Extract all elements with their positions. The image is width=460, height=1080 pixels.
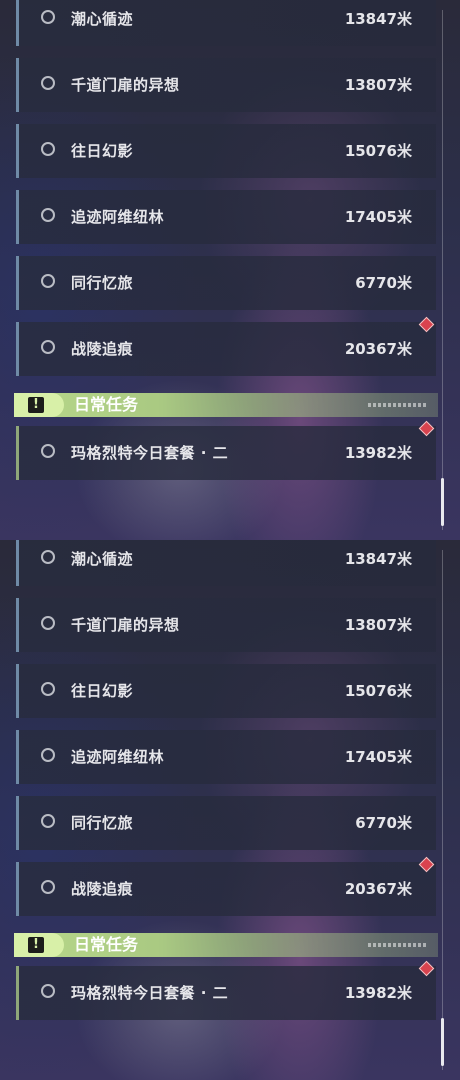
quest-status-ring-icon bbox=[41, 880, 55, 894]
quest-name: 同行忆旅 bbox=[71, 274, 134, 292]
quest-row[interactable]: 往日幻影 15076米 bbox=[16, 124, 436, 178]
daily-quest-row[interactable]: 玛格烈特今日套餐 · 二 13982米 bbox=[16, 966, 436, 1020]
quest-row[interactable]: 千道门扉的异想 13807米 bbox=[16, 598, 436, 652]
scrollbar-thumb[interactable] bbox=[441, 478, 444, 526]
quest-row[interactable]: 潮心循迹 13847米 bbox=[16, 0, 436, 46]
quest-row[interactable]: 战陵追痕 20367米 bbox=[16, 862, 436, 916]
quest-status-ring-icon bbox=[41, 550, 55, 564]
quest-distance: 20367米 bbox=[344, 340, 412, 358]
quest-status-ring-icon bbox=[41, 444, 55, 458]
section-title: 日常任务 bbox=[74, 935, 139, 954]
exclamation-icon: ! bbox=[28, 397, 44, 413]
section-decoration bbox=[368, 943, 428, 947]
section-badge: ! bbox=[14, 393, 64, 417]
quest-name: 往日幻影 bbox=[71, 682, 134, 700]
quest-status-ring-icon bbox=[41, 984, 55, 998]
quest-distance: 13847米 bbox=[344, 550, 412, 568]
quest-name: 千道门扉的异想 bbox=[71, 616, 180, 634]
daily-section-header: ! 日常任务 bbox=[14, 393, 438, 417]
quest-distance: 15076米 bbox=[344, 682, 412, 700]
quest-name: 往日幻影 bbox=[71, 142, 134, 160]
quest-distance: 17405米 bbox=[344, 208, 412, 226]
quest-status-ring-icon bbox=[41, 748, 55, 762]
quest-row[interactable]: 千道门扉的异想 13807米 bbox=[16, 58, 436, 112]
quest-name: 同行忆旅 bbox=[71, 814, 134, 832]
quest-status-ring-icon bbox=[41, 10, 55, 24]
quest-distance: 6770米 bbox=[355, 274, 412, 292]
quest-distance: 13807米 bbox=[344, 76, 412, 94]
quest-status-ring-icon bbox=[41, 616, 55, 630]
scrollbar-thumb[interactable] bbox=[441, 1018, 444, 1066]
section-decoration bbox=[368, 403, 428, 407]
quest-name: 战陵追痕 bbox=[71, 880, 134, 898]
quest-row[interactable]: 追迹阿维纽林 17405米 bbox=[16, 730, 436, 784]
scrollbar-track[interactable] bbox=[442, 10, 443, 530]
scrollbar-track[interactable] bbox=[442, 550, 443, 1070]
quest-status-ring-icon bbox=[41, 340, 55, 354]
quest-status-ring-icon bbox=[41, 142, 55, 156]
quest-row[interactable]: 同行忆旅 6770米 bbox=[16, 256, 436, 310]
section-title: 日常任务 bbox=[74, 395, 139, 414]
quest-row[interactable]: 潮心循迹 13847米 bbox=[16, 540, 436, 586]
quest-status-ring-icon bbox=[41, 274, 55, 288]
quest-status-ring-icon bbox=[41, 682, 55, 696]
quest-name: 千道门扉的异想 bbox=[71, 76, 180, 94]
quest-distance: 13982米 bbox=[344, 444, 412, 462]
quest-distance: 6770米 bbox=[355, 814, 412, 832]
quest-row[interactable]: 同行忆旅 6770米 bbox=[16, 796, 436, 850]
quest-name: 潮心循迹 bbox=[71, 550, 134, 568]
exclamation-icon: ! bbox=[28, 937, 44, 953]
quest-distance: 13847米 bbox=[344, 10, 412, 28]
quest-name: 追迹阿维纽林 bbox=[71, 748, 165, 766]
daily-section-header: ! 日常任务 bbox=[14, 933, 438, 957]
quest-distance: 13807米 bbox=[344, 616, 412, 634]
quest-row[interactable]: 追迹阿维纽林 17405米 bbox=[16, 190, 436, 244]
quest-list-panel-top: 潮心循迹 13847米 千道门扉的异想 13807米 往日幻影 15076米 追… bbox=[0, 0, 460, 540]
quest-name: 追迹阿维纽林 bbox=[71, 208, 165, 226]
quest-status-ring-icon bbox=[41, 208, 55, 222]
quest-name: 玛格烈特今日套餐 · 二 bbox=[71, 444, 229, 462]
quest-name: 玛格烈特今日套餐 · 二 bbox=[71, 984, 229, 1002]
quest-name: 战陵追痕 bbox=[71, 340, 134, 358]
quest-distance: 17405米 bbox=[344, 748, 412, 766]
quest-name: 潮心循迹 bbox=[71, 10, 134, 28]
daily-quest-row[interactable]: 玛格烈特今日套餐 · 二 13982米 bbox=[16, 426, 436, 480]
quest-distance: 15076米 bbox=[344, 142, 412, 160]
quest-status-ring-icon bbox=[41, 814, 55, 828]
quest-distance: 20367米 bbox=[344, 880, 412, 898]
quest-status-ring-icon bbox=[41, 76, 55, 90]
quest-row[interactable]: 往日幻影 15076米 bbox=[16, 664, 436, 718]
section-badge: ! bbox=[14, 933, 64, 957]
quest-list-panel-bottom: 潮心循迹 13847米 千道门扉的异想 13807米 往日幻影 15076米 追… bbox=[0, 540, 460, 1080]
quest-row[interactable]: 战陵追痕 20367米 bbox=[16, 322, 436, 376]
quest-distance: 13982米 bbox=[344, 984, 412, 1002]
